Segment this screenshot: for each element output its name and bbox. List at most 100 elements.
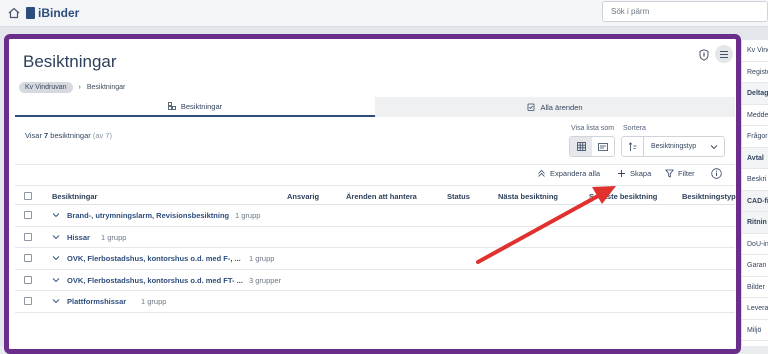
side-panel-item[interactable]: Frågor — [742, 126, 768, 148]
app-logo[interactable]: iBinder — [26, 6, 79, 20]
column-header[interactable]: Status — [447, 192, 470, 201]
tab-besiktningar[interactable]: Besiktningar — [15, 97, 375, 117]
grid-icon — [576, 142, 586, 151]
row-group-count: 1 grupp — [101, 232, 127, 242]
filter-label: Filter — [678, 169, 695, 178]
side-panel-item[interactable]: Levera — [742, 298, 768, 320]
row-checkbox[interactable] — [24, 232, 32, 241]
side-panel-item[interactable]: Bilder — [742, 277, 768, 298]
chevrons-up-icon — [538, 169, 545, 177]
table-row[interactable]: Plattformshissar 1 grupp — [15, 291, 735, 313]
result-count: Visar 7 besiktningar (av 7) — [25, 131, 112, 140]
card-icon — [598, 142, 608, 151]
row-checkbox[interactable] — [24, 211, 32, 219]
menu-button[interactable] — [715, 45, 733, 63]
table-view-button[interactable] — [570, 137, 592, 156]
count-total: (av 7) — [92, 131, 113, 140]
filter-icon — [665, 169, 674, 178]
sort-label: Sortera — [623, 125, 646, 132]
clipboard-icon — [528, 103, 535, 111]
row-checkbox[interactable] — [24, 275, 32, 284]
create-button[interactable]: Skapa — [617, 169, 651, 178]
count-prefix: Visar — [25, 131, 45, 140]
table-row[interactable]: OVK, Flerbostadshus, kontorshus o.d. med… — [15, 248, 735, 270]
side-panel-section[interactable]: Avtal — [742, 147, 768, 169]
side-panel-section[interactable]: Deltag — [742, 83, 768, 105]
row-group-count: 1 grupp — [249, 254, 275, 263]
expand-all-button[interactable]: Expandera alla — [537, 169, 600, 178]
row-title[interactable]: Hissar — [67, 233, 90, 242]
row-group-count: 1 grupp — [141, 297, 167, 306]
column-header[interactable]: Nästa besiktning — [498, 192, 558, 201]
right-side-panel: Kv Vindr Registe Deltag Medde Frågor Avt… — [741, 40, 768, 346]
divider — [15, 164, 735, 165]
info-icon[interactable] — [711, 168, 722, 179]
main-panel: Besiktningar Kv Vindruvan › Besiktningar… — [4, 34, 741, 354]
side-panel-section[interactable]: Ritnin — [742, 212, 768, 234]
chevron-down-icon[interactable] — [52, 254, 60, 262]
inspections-table: Besiktningar Ansvarig Ärenden att hanter… — [15, 185, 736, 313]
side-panel-item[interactable]: DoU-in — [742, 234, 768, 255]
tab-bar: Besiktningar Alla ärenden — [15, 97, 735, 117]
select-all-checkbox[interactable] — [24, 192, 32, 200]
column-header[interactable]: Besiktningstyp — [682, 192, 736, 201]
column-header[interactable]: Senaste besiktning — [589, 192, 657, 201]
table-row[interactable]: Hissar 1 grupp — [15, 227, 735, 248]
side-panel-section[interactable]: CAD-fi — [742, 190, 768, 212]
list-icon — [167, 102, 176, 110]
view-toggle — [569, 136, 615, 157]
column-header[interactable]: Ärenden att hantera — [346, 192, 417, 201]
page-title: Besiktningar — [23, 52, 117, 71]
view-label: Visa lista som — [571, 125, 615, 132]
side-panel-item[interactable]: Garan — [742, 255, 768, 277]
sort-value: Besiktningstyp — [651, 143, 697, 150]
table-row[interactable]: Brand-, utrymningslarm, Revisionsbesiktn… — [15, 205, 735, 227]
breadcrumb: Kv Vindruvan › Besiktningar — [19, 82, 125, 93]
count-noun: besiktningar — [48, 131, 91, 140]
breadcrumb-root[interactable]: Kv Vindruvan — [19, 82, 73, 93]
card-view-button[interactable] — [592, 137, 614, 156]
home-icon[interactable] — [8, 7, 20, 19]
chevron-right-icon: › — [78, 84, 81, 91]
expand-all-label: Expandera alla — [550, 169, 601, 178]
hamburger-icon-line — [720, 53, 728, 55]
row-title[interactable]: OVK, Flerbostadshus, kontorshus o.d. med… — [67, 276, 243, 285]
tab-alla-arenden[interactable]: Alla ärenden — [375, 97, 735, 117]
logo-mark-icon — [26, 7, 35, 19]
side-panel-item[interactable]: Miljö — [742, 320, 768, 341]
chevron-down-icon[interactable] — [52, 297, 60, 305]
side-panel-item[interactable]: Medde — [742, 105, 768, 126]
breadcrumb-current: Besiktningar — [86, 84, 126, 91]
create-label: Skapa — [630, 169, 652, 178]
row-checkbox[interactable] — [24, 254, 32, 262]
logo-text: iBinder — [38, 6, 80, 20]
row-group-count: 3 grupper — [249, 275, 282, 285]
sort-select[interactable]: Besiktningstyp — [621, 136, 725, 157]
hamburger-icon-line — [720, 56, 728, 58]
side-panel-item[interactable]: Kv Vindr — [742, 40, 768, 62]
top-bar: iBinder Sök i pärm — [0, 0, 768, 27]
plus-icon — [618, 170, 625, 177]
side-panel-item[interactable]: Beskri — [742, 169, 768, 191]
chevron-down-icon[interactable] — [52, 233, 60, 241]
sort-direction-button[interactable] — [622, 137, 644, 156]
column-header[interactable]: Ansvarig — [287, 192, 319, 201]
search-input[interactable]: Sök i pärm — [602, 1, 768, 22]
tab-label: Alla ärenden — [540, 102, 583, 112]
row-checkbox[interactable] — [24, 297, 32, 305]
table-row[interactable]: OVK, Flerbostadshus, kontorshus o.d. med… — [15, 270, 735, 291]
sort-icon — [628, 141, 637, 151]
row-title[interactable]: Plattformshissar — [67, 297, 126, 306]
shield-icon[interactable] — [699, 49, 709, 61]
row-group-count: 1 grupp — [235, 211, 261, 220]
side-panel-item[interactable]: Registe — [742, 62, 768, 83]
column-header[interactable]: Besiktningar — [52, 192, 97, 201]
row-title[interactable]: OVK, Flerbostadshus, kontorshus o.d. med… — [67, 254, 241, 263]
chevron-down-icon[interactable] — [52, 276, 60, 284]
chevron-down-icon[interactable] — [52, 211, 60, 219]
row-title[interactable]: Brand-, utrymningslarm, Revisionsbesiktn… — [67, 211, 229, 220]
tab-label: Besiktningar — [180, 101, 223, 111]
chevron-down-icon — [710, 144, 718, 149]
filter-button[interactable]: Filter — [665, 169, 695, 178]
hamburger-icon-line — [720, 50, 728, 52]
